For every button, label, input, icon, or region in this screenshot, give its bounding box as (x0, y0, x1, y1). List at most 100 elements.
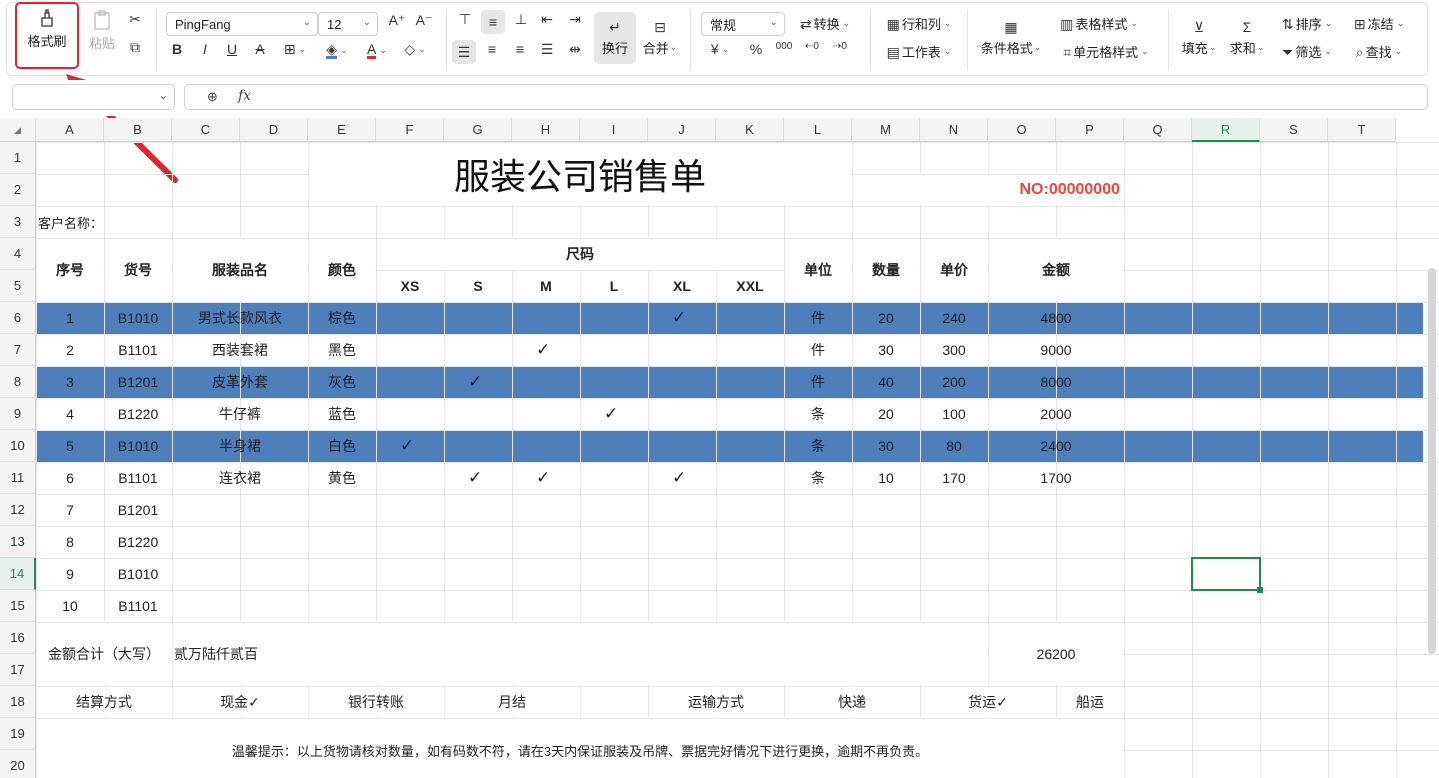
font-color-button[interactable]: A ⌄ (362, 42, 392, 59)
row-header-3[interactable]: 3 (0, 206, 36, 238)
settle-cash[interactable]: 现金✓ (172, 686, 308, 718)
column-header-s[interactable]: S (1260, 118, 1328, 142)
item-name[interactable]: 连衣裙 (172, 462, 308, 494)
column-header-f[interactable]: F (376, 118, 444, 142)
name-box[interactable]: ⌄ (12, 84, 175, 110)
item-name[interactable]: 男式长款风衣 (172, 302, 308, 334)
column-header-t[interactable]: T (1328, 118, 1396, 142)
column-header-m[interactable]: M (852, 118, 920, 142)
align-left-button[interactable]: ☰ (452, 40, 476, 64)
align-center-button[interactable]: ≡ (483, 42, 501, 56)
select-all-corner[interactable]: ◢ (0, 118, 36, 142)
item-code[interactable]: B1101 (104, 334, 172, 366)
table-style-button[interactable]: ▥ 表格样式 ⌄ (1056, 14, 1142, 33)
item-name[interactable]: 半身裙 (172, 430, 308, 462)
settle-monthly[interactable]: 月结 (444, 686, 580, 718)
column-header-l[interactable]: L (784, 118, 852, 142)
decrease-decimal-button[interactable]: ⇠0 (801, 42, 823, 52)
strikethrough-button[interactable]: A (251, 42, 269, 56)
row-header-1[interactable]: 1 (0, 142, 36, 174)
column-header-e[interactable]: E (308, 118, 376, 142)
column-header-p[interactable]: P (1056, 118, 1124, 142)
fill-handle[interactable] (1257, 587, 1263, 593)
column-header-i[interactable]: I (580, 118, 648, 142)
item-seq[interactable]: 6 (36, 462, 104, 494)
ship-freight[interactable]: 货运✓ (920, 686, 1056, 718)
item-price[interactable]: 100 (920, 398, 988, 430)
item-unit[interactable]: 条 (784, 462, 852, 494)
italic-button[interactable]: I (196, 42, 214, 56)
sort-button[interactable]: ⇅ 排序 ⌄ (1276, 14, 1338, 33)
row-header-10[interactable]: 10 (0, 430, 36, 462)
item-price[interactable]: 80 (920, 430, 988, 462)
selected-cell[interactable] (1191, 557, 1261, 591)
sheet-title[interactable]: 服装公司销售单 (308, 142, 852, 206)
item-seq[interactable]: 4 (36, 398, 104, 430)
item-seq[interactable]: 1 (36, 302, 104, 334)
increase-decimal-button[interactable]: ⇢0 (829, 42, 851, 52)
item-price[interactable]: 200 (920, 366, 988, 398)
item-qty[interactable]: 30 (852, 430, 920, 462)
item-seq[interactable]: 10 (36, 590, 104, 622)
header-size-xs[interactable]: XS (376, 270, 444, 302)
header-size-s[interactable]: S (444, 270, 512, 302)
vertical-scrollbar[interactable] (1428, 268, 1436, 654)
row-header-4[interactable]: 4 (0, 238, 36, 270)
header-qty[interactable]: 数量 (852, 238, 920, 302)
fill-button[interactable]: ⊻ 填充 ⌄ (1178, 12, 1220, 64)
column-header-o[interactable]: O (988, 118, 1056, 142)
item-code[interactable]: B1220 (104, 398, 172, 430)
item-amount[interactable]: 8000 (988, 366, 1124, 398)
row-header-18[interactable]: 18 (0, 686, 36, 718)
item-price[interactable]: 170 (920, 462, 988, 494)
column-header-c[interactable]: C (172, 118, 240, 142)
sum-button[interactable]: Σ 求和 ⌄ (1226, 12, 1268, 64)
column-header-j[interactable]: J (648, 118, 716, 142)
item-color[interactable]: 灰色 (308, 366, 376, 398)
align-bottom-button[interactable]: ⊥ (512, 12, 530, 26)
item-amount[interactable]: 4800 (988, 302, 1124, 334)
freeze-button[interactable]: ⊞ 冻结 ⌄ (1348, 14, 1410, 33)
item-code[interactable]: B1101 (104, 462, 172, 494)
ship-label[interactable]: 运输方式 (648, 686, 784, 718)
find-button[interactable]: ⌕ 查找 ⌄ (1348, 42, 1410, 61)
column-header-r[interactable]: R (1192, 118, 1260, 142)
copy-button[interactable]: ⧉ (124, 40, 146, 54)
align-right-button[interactable]: ≡ (511, 42, 529, 56)
row-header-19[interactable]: 19 (0, 718, 36, 750)
header-size-xxl[interactable]: XXL (716, 270, 784, 302)
item-code[interactable]: B1201 (104, 494, 172, 526)
align-top-button[interactable]: ⊤ (456, 12, 474, 26)
align-middle-button[interactable]: ≡ (481, 10, 505, 34)
total-words[interactable]: 贰万陆仟贰百 (172, 622, 988, 686)
column-header-h[interactable]: H (512, 118, 580, 142)
header-seq[interactable]: 序号 (36, 238, 104, 302)
distribute-button[interactable]: ⇹ (566, 42, 584, 56)
cut-button[interactable]: ✂ (124, 12, 146, 26)
convert-button[interactable]: ⇄ 转换 ⌄ (795, 14, 855, 33)
item-color[interactable]: 蓝色 (308, 398, 376, 430)
size-check-mark[interactable]: ✓ (648, 462, 716, 494)
size-check-mark[interactable]: ✓ (512, 334, 580, 366)
item-name[interactable]: 西装套裙 (172, 334, 308, 366)
font-family-select[interactable]: PingFang ⌄ (166, 12, 318, 36)
header-color[interactable]: 颜色 (308, 238, 376, 302)
item-unit[interactable]: 件 (784, 302, 852, 334)
column-header-a[interactable]: A (36, 118, 104, 142)
header-size-m[interactable]: M (512, 270, 580, 302)
percent-button[interactable]: % (746, 42, 766, 56)
merge-button[interactable]: ⊟ 合并 ⌄ (640, 12, 680, 64)
column-header-b[interactable]: B (104, 118, 172, 142)
header-name[interactable]: 服装品名 (172, 238, 308, 302)
currency-button[interactable]: ¥ ⌄ (706, 42, 734, 56)
paste-button[interactable]: 粘贴 (82, 10, 122, 52)
item-amount[interactable]: 2000 (988, 398, 1124, 430)
column-header-g[interactable]: G (444, 118, 512, 142)
header-size-xl[interactable]: XL (648, 270, 716, 302)
item-unit[interactable]: 件 (784, 366, 852, 398)
fill-color-button[interactable]: ◈ ⌄ (322, 42, 352, 59)
row-header-2[interactable]: 2 (0, 174, 36, 206)
column-header-n[interactable]: N (920, 118, 988, 142)
item-seq[interactable]: 3 (36, 366, 104, 398)
item-seq[interactable]: 2 (36, 334, 104, 366)
